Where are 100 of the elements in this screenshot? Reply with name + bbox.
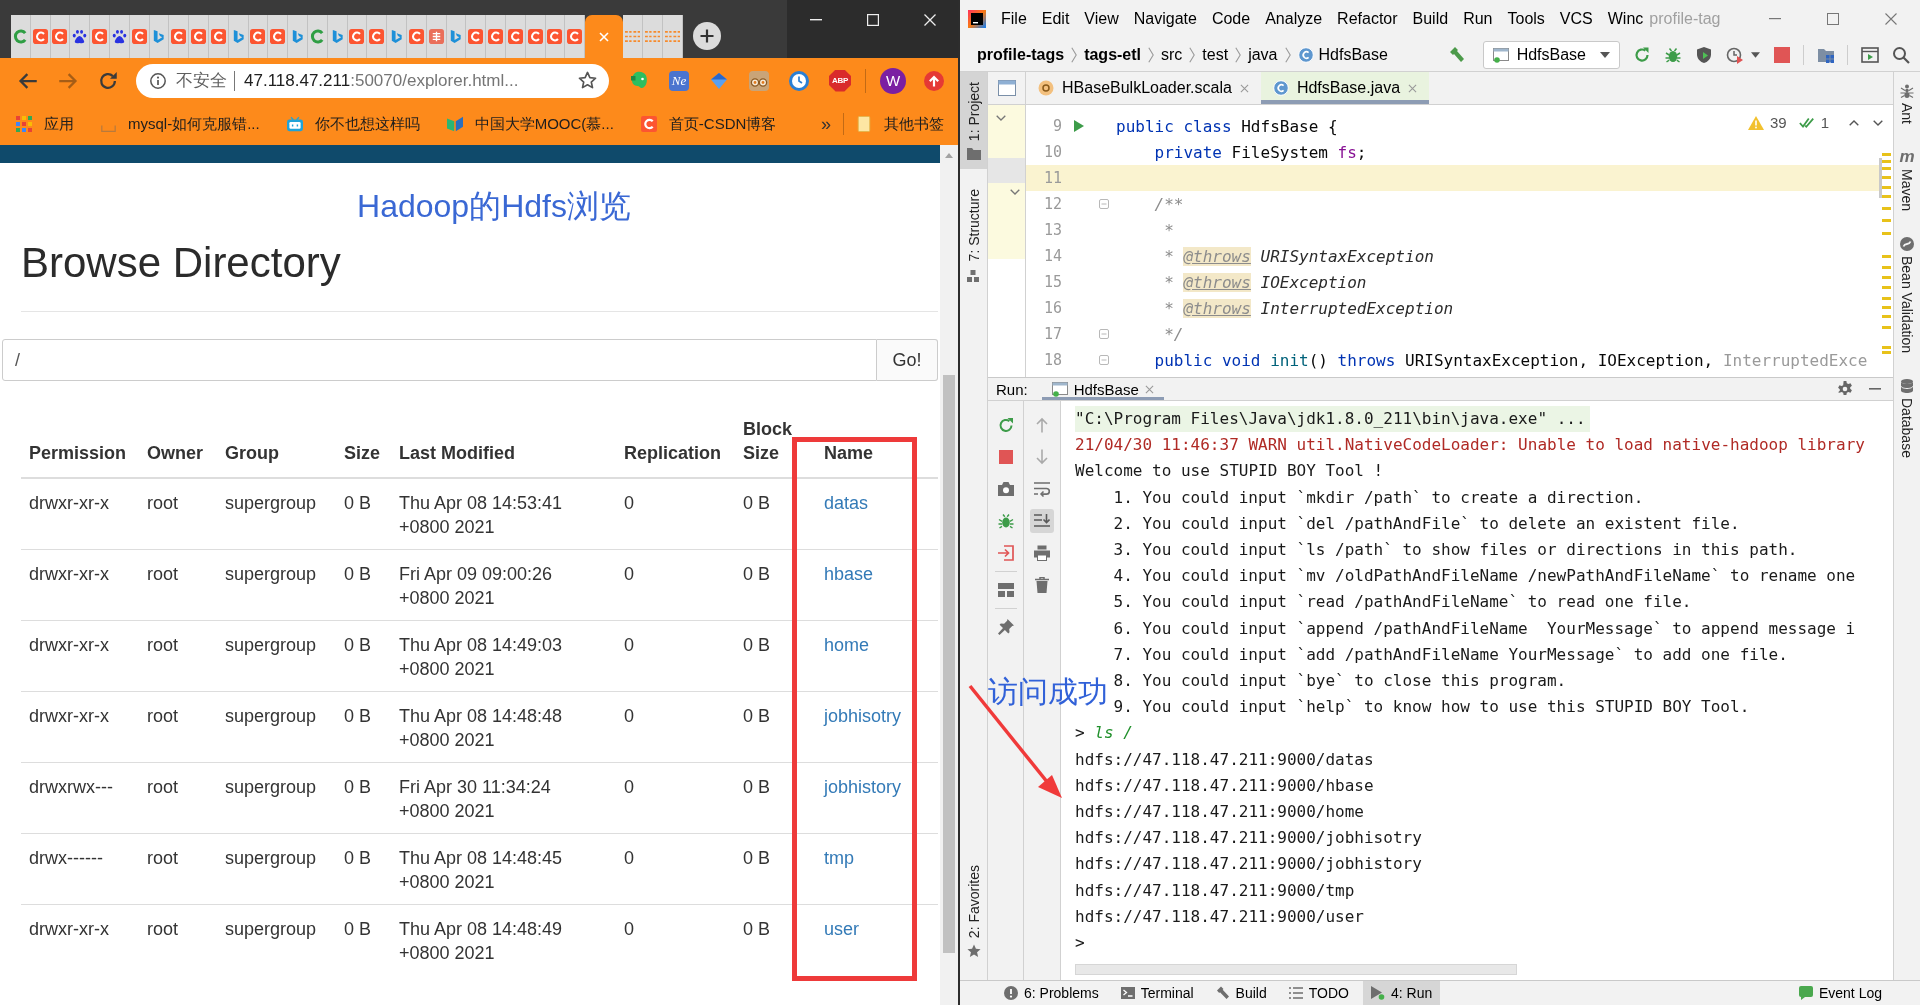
settings-icon[interactable]: [1837, 381, 1853, 397]
back-arrow-icon[interactable]: [18, 70, 38, 91]
path-input[interactable]: /: [2, 339, 877, 381]
new-tab-icon[interactable]: [692, 22, 721, 50]
browser-tab[interactable]: [208, 15, 229, 58]
menu-item[interactable]: VCS: [1559, 10, 1593, 28]
play-icon[interactable]: [1074, 120, 1084, 132]
browser-tab[interactable]: [565, 15, 586, 58]
browser-tab[interactable]: [30, 15, 51, 58]
browser-tab[interactable]: [268, 15, 289, 58]
browser-tab[interactable]: [189, 15, 209, 58]
info-icon[interactable]: [150, 72, 166, 89]
browser-tab[interactable]: [288, 15, 308, 58]
event-log-button[interactable]: Event Log: [1790, 981, 1890, 1005]
stop-icon[interactable]: [1773, 45, 1791, 64]
tool-window-button[interactable]: 2: Favorites: [960, 854, 987, 980]
vertical-scrollbar[interactable]: [940, 145, 958, 1005]
menu-item[interactable]: Refactor: [1337, 10, 1398, 28]
horizontal-scrollbar[interactable]: [1075, 964, 1517, 976]
fold-marker-icon[interactable]: [1099, 199, 1109, 209]
menu-item[interactable]: Edit: [1041, 10, 1070, 28]
directory-link[interactable]: jobhistory: [824, 777, 902, 797]
chevron-up-icon[interactable]: [1849, 119, 1859, 126]
fold-marker-icon[interactable]: [1099, 329, 1109, 339]
menu-item[interactable]: Build: [1412, 10, 1449, 28]
breadcrumb[interactable]: src: [1161, 45, 1183, 64]
layout-icon[interactable]: [997, 582, 1014, 598]
browser-tab[interactable]: [70, 15, 91, 58]
caret-icon[interactable]: [1751, 51, 1760, 58]
browser-tab[interactable]: [525, 15, 546, 58]
menu-item[interactable]: Code: [1211, 10, 1251, 28]
browser-tab[interactable]: [169, 15, 190, 58]
directory-link[interactable]: user: [824, 919, 859, 939]
arrow-up-icon[interactable]: [1034, 417, 1050, 433]
elephant-icon[interactable]: [629, 70, 649, 91]
browser-tab[interactable]: [367, 15, 388, 58]
tool-window-button[interactable]: 7: Structure: [960, 179, 987, 290]
browser-tab[interactable]: [50, 15, 71, 58]
eyes-icon[interactable]: [749, 70, 769, 91]
double-check-icon[interactable]: [1798, 115, 1815, 130]
error-stripe[interactable]: [1879, 153, 1891, 354]
arrow-down-icon[interactable]: [1034, 449, 1050, 465]
profile-avatar[interactable]: W: [880, 67, 906, 94]
run-config-dropdown[interactable]: HdfsBase: [1482, 40, 1620, 69]
camera-icon[interactable]: [997, 481, 1014, 497]
tool-window-button[interactable]: m Maven: [1899, 146, 1915, 216]
menu-item[interactable]: Navigate: [1133, 10, 1197, 28]
shield-icon[interactable]: [1695, 45, 1713, 64]
bug-icon[interactable]: [1664, 45, 1682, 64]
menu-item[interactable]: Run: [1463, 10, 1493, 28]
address-bar[interactable]: 不安全 47.118.47.211:50070/explorer.html...: [136, 63, 609, 98]
browser-tab[interactable]: [129, 15, 150, 58]
bookmarks-overflow[interactable]: »: [815, 113, 837, 135]
browser-tab[interactable]: [446, 15, 467, 58]
bookmark-folder[interactable]: 其他书签: [850, 110, 950, 138]
directory-link[interactable]: tmp: [824, 848, 854, 868]
directory-link[interactable]: home: [824, 635, 870, 655]
browser-tab[interactable]: [466, 15, 487, 58]
browser-tab[interactable]: [387, 15, 407, 58]
run-tab[interactable]: HdfsBase: [1041, 378, 1164, 400]
chevron-down-icon[interactable]: [1873, 119, 1883, 126]
stop-icon[interactable]: [997, 449, 1014, 465]
menu-item[interactable]: View: [1084, 10, 1119, 28]
bookmark-item[interactable]: mysql-如何克服错...: [95, 110, 266, 138]
tool-window-button[interactable]: Bean Validation: [1899, 233, 1915, 358]
trash-icon[interactable]: [1034, 577, 1050, 593]
tool-window-button[interactable]: Build: [1207, 981, 1275, 1005]
browser-tab[interactable]: [327, 15, 348, 58]
breadcrumb[interactable]: java: [1248, 45, 1278, 64]
diamond-icon[interactable]: [709, 70, 729, 91]
tool-window-button[interactable]: 1: Project: [960, 72, 987, 170]
up-arrow-circle-icon[interactable]: [924, 70, 944, 91]
menu-item[interactable]: Tools: [1507, 10, 1545, 28]
chevron-down-icon[interactable]: [1010, 189, 1020, 195]
menu-item[interactable]: Analyze: [1265, 10, 1323, 28]
bug-icon[interactable]: [997, 513, 1014, 529]
exit-arrow-icon[interactable]: [997, 545, 1014, 561]
fold-marker-icon[interactable]: [1099, 355, 1109, 365]
circular-arrow-icon[interactable]: [997, 417, 1014, 433]
browser-tab[interactable]: [90, 15, 110, 58]
window-icon[interactable]: [1861, 45, 1879, 64]
clock-icon[interactable]: [789, 70, 809, 91]
breadcrumb[interactable]: profile-tags: [977, 45, 1065, 64]
tool-window-button[interactable]: TODO: [1280, 981, 1357, 1005]
browser-tab[interactable]: [505, 15, 526, 58]
browser-tab[interactable]: [545, 15, 566, 58]
directory-link[interactable]: hbase: [824, 564, 874, 584]
go-button[interactable]: Go!: [877, 339, 938, 381]
pin-icon[interactable]: [997, 619, 1014, 635]
tool-window-button[interactable]: Database: [1899, 375, 1915, 463]
reload-icon[interactable]: [98, 70, 118, 91]
breadcrumb[interactable]: tags-etl: [1084, 45, 1142, 64]
extension-logo[interactable]: Ne: [669, 70, 689, 91]
panel-icon[interactable]: [997, 80, 1016, 96]
bookmark-item[interactable]: 你不也想这样吗: [280, 110, 426, 138]
browser-tab[interactable]: [149, 15, 170, 58]
browser-tab[interactable]: [486, 15, 506, 58]
breadcrumb[interactable]: test: [1202, 45, 1229, 64]
browser-tab[interactable]: [248, 15, 269, 58]
search-icon[interactable]: [1892, 45, 1910, 64]
